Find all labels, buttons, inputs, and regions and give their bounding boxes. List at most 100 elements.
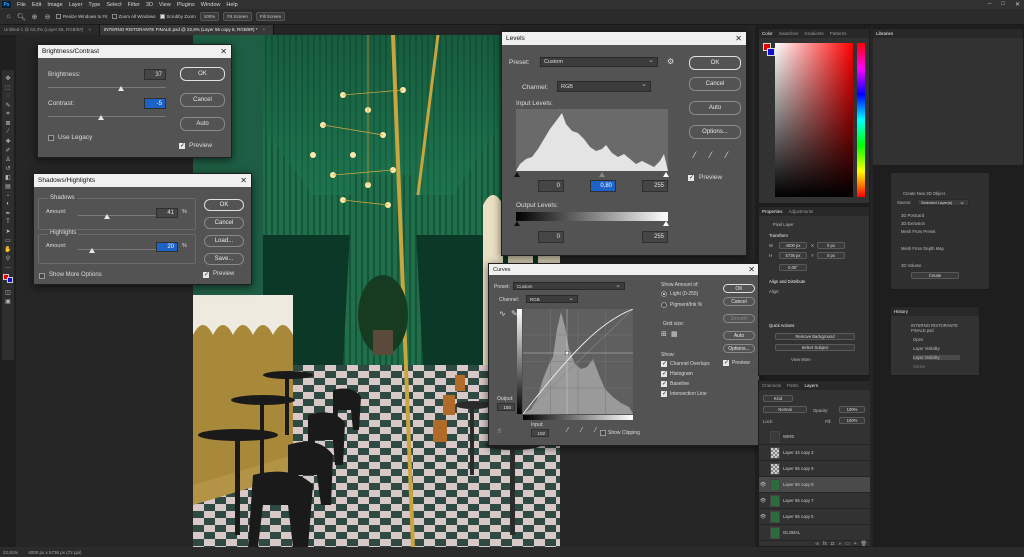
dialog-titlebar[interactable]: Shadows/Highlights ✕ [34, 174, 251, 187]
menu-3d[interactable]: 3D [146, 2, 153, 8]
stamp-tool-icon[interactable]: ♙ [4, 155, 13, 163]
histogram-checkbox[interactable] [661, 370, 667, 377]
black-eyedropper-icon[interactable]: ⁄ [694, 150, 696, 160]
visibility-icon[interactable]: 👁︎ [759, 482, 767, 488]
home-icon[interactable]: ⌂ [4, 12, 13, 21]
input-white-field[interactable]: 255 [642, 180, 668, 192]
brush-tool-icon[interactable]: ✐ [4, 146, 13, 154]
dialog-titlebar[interactable]: Curves ✕ [489, 264, 759, 275]
black-eyedropper-icon[interactable]: ⁄ [567, 427, 568, 434]
option-3d-volume[interactable]: 3D Volume [901, 263, 921, 268]
options-button[interactable]: Options... [723, 344, 755, 353]
channel-select[interactable]: RGB [526, 294, 578, 303]
layer-row[interactable]: Layer 42 copy 2 [759, 445, 871, 461]
zoom-in-icon[interactable]: ⊕ [30, 12, 39, 21]
view-more-link[interactable]: View More [791, 357, 811, 362]
curve-graph-svg[interactable] [522, 308, 634, 415]
history-snapshot[interactable]: INTERNO RISTORANTE FINALE.psd [911, 323, 979, 333]
dodge-tool-icon[interactable]: ◐ [4, 200, 13, 208]
menu-image[interactable]: Image [47, 2, 62, 8]
auto-button[interactable]: Auto [180, 117, 225, 131]
scrubby-zoom-checkbox[interactable]: Scrubby Zoom [159, 14, 196, 19]
menu-plugins[interactable]: Plugins [177, 2, 195, 8]
tab-swatches[interactable]: Swatches [779, 31, 799, 36]
gray-eyedropper-icon[interactable]: ⁄ [710, 150, 712, 160]
option-mesh-from-depth-map[interactable]: Mesh From Depth Map [901, 246, 944, 251]
history-item[interactable]: Open [913, 337, 923, 342]
healing-tool-icon[interactable]: ✚ [4, 137, 13, 145]
tab-libraries[interactable]: Libraries [876, 31, 893, 36]
input-value-field[interactable]: 102 [531, 429, 549, 437]
tab-history[interactable]: History [894, 309, 908, 314]
fill-screen-button[interactable]: Fill Screen [255, 12, 286, 21]
background-color-swatch[interactable] [767, 48, 775, 56]
pen-tool-icon[interactable]: ✒ [4, 209, 13, 217]
show-more-options-checkbox[interactable] [39, 273, 45, 279]
screen-mode-icon[interactable]: ▣ [4, 297, 13, 305]
cancel-button[interactable]: Cancel [204, 217, 244, 229]
layer-row-selected[interactable]: 👁︎ Layer 55 copy 8 [759, 477, 871, 493]
tab-channels[interactable]: Channels [762, 383, 781, 388]
x-field[interactable]: 0 px [817, 242, 845, 249]
visibility-icon[interactable]: 👁︎ [759, 498, 767, 504]
move-tool-icon[interactable]: ✥ [4, 74, 13, 82]
ok-button[interactable]: OK [689, 56, 741, 70]
eraser-tool-icon[interactable]: ◧ [4, 173, 13, 181]
output-white-slider[interactable] [663, 221, 669, 226]
menu-edit[interactable]: Edit [32, 2, 41, 8]
tab-interno[interactable]: INTERNO RISTORANTE FINALE.psd @ 22,9% (L… [100, 25, 275, 35]
shadows-amount-input[interactable]: 41 [156, 208, 178, 218]
frame-tool-icon[interactable]: ⊠ [4, 119, 13, 127]
use-legacy-checkbox[interactable] [48, 135, 54, 141]
grid-detailed-icon[interactable]: ▦ [671, 330, 678, 338]
grid-simple-icon[interactable]: ⊞ [661, 330, 667, 338]
input-gamma-field[interactable]: 0,80 [590, 180, 616, 192]
color-swatches[interactable] [3, 274, 13, 283]
blend-mode-select[interactable]: Normal [763, 406, 807, 413]
type-tool-icon[interactable]: T [4, 218, 13, 226]
angle-field[interactable]: 0,00° [779, 264, 807, 271]
layer-row[interactable]: GLOBAL [759, 525, 871, 541]
visibility-icon[interactable]: 👁︎ [759, 514, 767, 520]
history-item[interactable]: Layer Visibility [913, 346, 940, 351]
load-button[interactable]: Load... [204, 235, 244, 247]
menu-help[interactable]: Help [226, 2, 237, 8]
menu-view[interactable]: View [159, 2, 171, 8]
highlights-amount-input[interactable]: 20 [156, 242, 178, 252]
input-gamma-slider[interactable] [599, 172, 605, 177]
cancel-button[interactable]: Cancel [723, 297, 755, 306]
remove-background-button[interactable]: Remove Background [775, 333, 855, 340]
cancel-button[interactable]: Cancel [180, 93, 225, 107]
source-select[interactable]: Selected Layer(s) [917, 198, 969, 206]
menu-layer[interactable]: Layer [69, 2, 83, 8]
preset-options-gear-icon[interactable]: ⚙ [667, 57, 674, 66]
dialog-titlebar[interactable]: Levels ✕ [502, 32, 746, 45]
output-value-field[interactable]: 150 [497, 403, 515, 411]
light-radio[interactable] [661, 291, 667, 297]
cancel-button[interactable]: Cancel [689, 77, 741, 91]
show-clipping-checkbox[interactable] [600, 430, 606, 436]
input-black-point-slider[interactable] [514, 172, 520, 177]
close-icon[interactable]: ✕ [220, 47, 227, 56]
ok-button[interactable]: OK [723, 284, 755, 293]
gradient-tool-icon[interactable]: ▤ [4, 182, 13, 190]
brightness-slider-thumb[interactable] [118, 86, 124, 91]
ok-button[interactable]: OK [204, 199, 244, 211]
create-3d-button[interactable]: Create [911, 272, 959, 279]
output-black-field[interactable]: 0 [538, 231, 564, 243]
blur-tool-icon[interactable]: 💧︎ [4, 191, 13, 199]
close-tab-icon[interactable]: × [88, 27, 91, 32]
layer-row[interactable]: 👁︎ Layer 55 copy 7 [759, 493, 871, 509]
tab-layers[interactable]: Layers [805, 383, 819, 388]
close-icon[interactable]: ✕ [748, 265, 755, 274]
input-black-field[interactable]: 0 [538, 180, 564, 192]
preview-checkbox[interactable] [688, 174, 694, 181]
option-3d-postcard[interactable]: 3D Postcard [901, 213, 924, 218]
preview-checkbox[interactable] [203, 271, 209, 278]
kind-filter-select[interactable]: Kind [763, 395, 793, 402]
hue-slider[interactable] [857, 43, 865, 197]
close-window-icon[interactable]: ✕ [1015, 1, 1020, 8]
curves-graph[interactable] [522, 308, 634, 415]
zoom-tool-icon[interactable]: ⚲ [4, 254, 13, 262]
output-black-slider[interactable] [514, 221, 520, 226]
